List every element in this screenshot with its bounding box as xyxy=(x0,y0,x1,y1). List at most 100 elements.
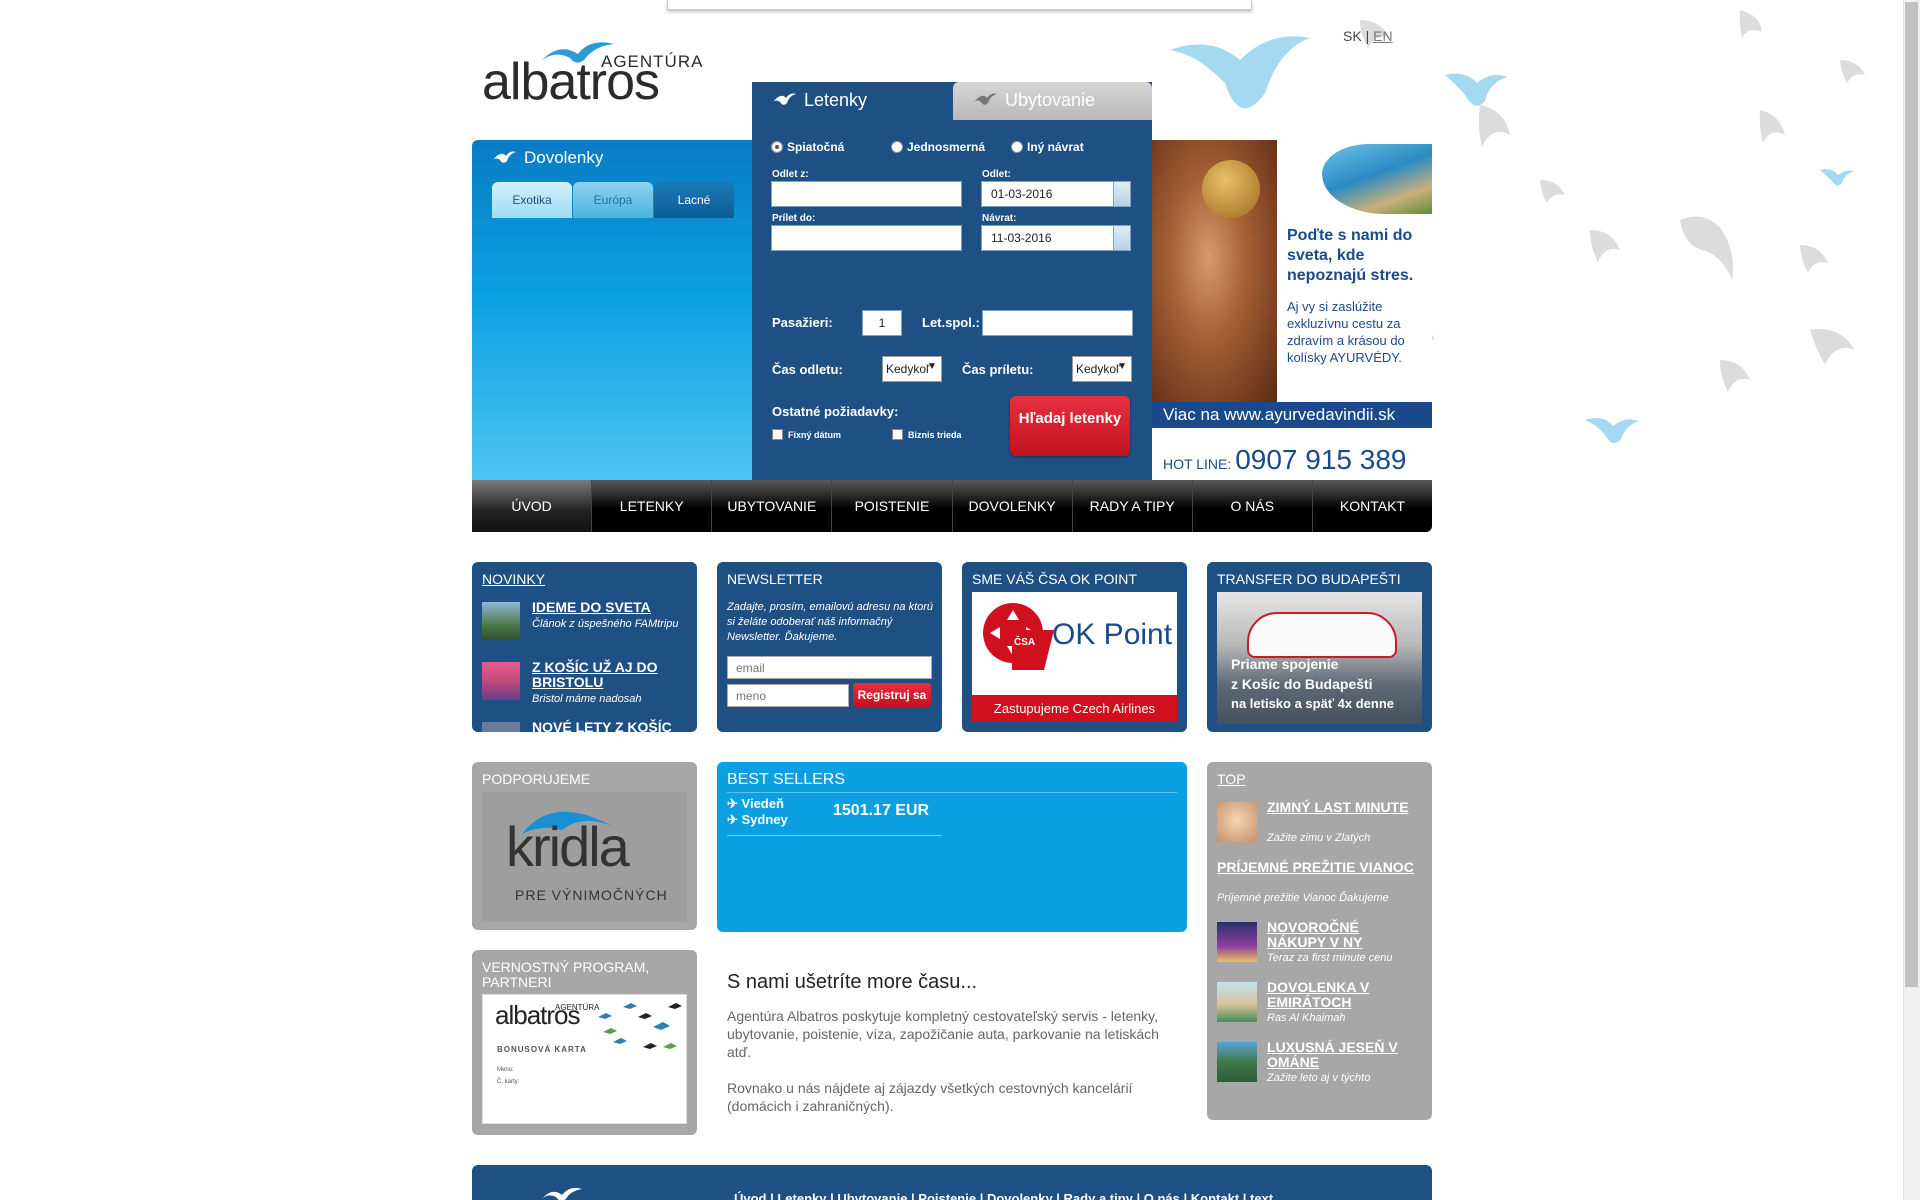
calendar-icon[interactable] xyxy=(1113,181,1131,207)
radio-jednosmerna[interactable]: Jednosmerná xyxy=(891,140,985,154)
top-item-title[interactable]: ZIMNÝ LAST MINUTE xyxy=(1267,800,1417,815)
news-thumbnail xyxy=(482,722,520,732)
nav-poistenie[interactable]: POISTENIE xyxy=(832,480,953,532)
tab-ubytovanie-label: Ubytovanie xyxy=(1005,90,1096,110)
top-item-subtitle: Teraz za first minute cenu xyxy=(1267,952,1393,964)
card-label: BONUSOVÁ KARTA xyxy=(497,1045,587,1054)
radio-spiatocna[interactable]: Spiatočná xyxy=(771,140,844,154)
name-input[interactable]: meno xyxy=(727,684,849,707)
novinky-box: NOVINKY IDEME DO SVETA Článok z úspešnéh… xyxy=(472,562,697,732)
prilet-do-label: Prílet do: xyxy=(772,213,816,224)
newsletter-text: Zadajte, prosím, emailovú adresu na ktor… xyxy=(727,601,934,643)
usetrite-title: S nami ušetríte more času... xyxy=(727,971,978,993)
lang-separator: | xyxy=(1365,28,1370,44)
top-item-subtitle: Ras Al Khaimah xyxy=(1267,1012,1346,1024)
prilet-do-input[interactable] xyxy=(771,225,962,251)
plane-icon xyxy=(773,93,796,105)
letspol-label: Let.spol.: xyxy=(922,315,980,330)
email-input[interactable]: email xyxy=(727,656,932,679)
ad-pot-image xyxy=(1202,160,1260,218)
van-shape xyxy=(1247,612,1397,658)
csa-title: SME VÁŠ ČSA OK POINT xyxy=(972,571,1137,587)
card-number-field: Č. karty: xyxy=(497,1079,520,1085)
news-item[interactable]: Z KOŠÍC UŽ AJ DO BRISTOLU Bristol máme n… xyxy=(482,660,687,710)
nav-o-nas[interactable]: O NÁS xyxy=(1193,480,1313,532)
odlet-z-input[interactable] xyxy=(771,181,962,207)
news-item[interactable]: NOVÉ LETY Z KOŠÍC xyxy=(482,720,687,732)
navrat-date-input[interactable]: 11-03-2016 xyxy=(981,225,1114,251)
news-item[interactable]: IDEME DO SVETA Článok z úspešného FAMtri… xyxy=(482,600,687,650)
transfer-title: TRANSFER DO BUDAPEŠTI xyxy=(1217,571,1401,587)
top-item[interactable]: PRÍJEMNÉ PREŽITIE VIANOC Príjemné prežit… xyxy=(1217,860,1422,910)
logo-subtitle: AGENTÚRA xyxy=(601,52,704,71)
tab-ubytovanie[interactable]: Ubytovanie xyxy=(953,82,1152,120)
podporujeme-box: PODPORUJEME kridla PRE VÝNIMOČNÝCH xyxy=(472,762,697,930)
usetrite-paragraph-2: Rovnako u nás nájdete aj zájazdy všetkýc… xyxy=(727,1080,1133,1114)
nav-letenky[interactable]: LETENKY xyxy=(592,480,713,532)
register-button[interactable]: Registruj sa xyxy=(853,683,931,707)
top-box: TOP ZIMNÝ LAST MINUTE Zažite zimu v Zlat… xyxy=(1207,762,1432,1120)
ayurveda-ad-banner[interactable]: Poďte s nami do sveta, kde nepoznajú str… xyxy=(1152,140,1432,480)
best-seller-item[interactable]: ✈ Viedeň ✈ Sydney 1501.17 EUR xyxy=(727,796,942,836)
lang-sk[interactable]: SK xyxy=(1343,28,1362,44)
tab-letenky[interactable]: Letenky xyxy=(752,82,953,120)
main-nav: ÚVOD LETENKY UBYTOVANIE POISTENIE DOVOLE… xyxy=(472,480,1432,532)
ostatne-label: Ostatné požiadavky: xyxy=(772,404,899,419)
cas-priletu-select[interactable]: Kedykoľ ▼ xyxy=(1072,356,1132,382)
tab-exotika[interactable]: Exotika xyxy=(492,182,572,218)
top-item[interactable]: NOVOROČNÉ NÁKUPY V NY Teraz za first min… xyxy=(1217,920,1422,970)
csa-ok-point-box[interactable]: SME VÁŠ ČSA OK POINT ČSA OK Point Zastup… xyxy=(962,562,1187,732)
search-button[interactable]: Hľadaj letenky xyxy=(1010,396,1130,456)
calendar-icon[interactable] xyxy=(1113,225,1131,251)
top-title[interactable]: TOP xyxy=(1217,771,1246,787)
top-item-title[interactable]: LUXUSNÁ JESEŇ V OMÁNE xyxy=(1267,1040,1417,1070)
novinky-title[interactable]: NOVINKY xyxy=(482,571,545,587)
nav-ubytovanie[interactable]: UBYTOVANIE xyxy=(712,480,833,532)
news-title[interactable]: NOVÉ LETY Z KOŠÍC xyxy=(532,720,692,733)
scrollbar[interactable] xyxy=(1903,0,1920,1200)
dovolenky-panel: Dovolenky Exotika Európa Lacné xyxy=(472,140,755,480)
kridla-logo[interactable]: kridla PRE VÝNIMOČNÝCH xyxy=(482,792,687,922)
top-item[interactable]: LUXUSNÁ JESEŇ V OMÁNE Zažite leto aj v t… xyxy=(1217,1040,1422,1090)
letspol-input[interactable] xyxy=(982,310,1133,336)
bonus-card-image[interactable]: albatros AGENTÚRA BONUSOVÁ KARTA Meno: Č… xyxy=(482,994,687,1124)
top-item-title[interactable]: NOVOROČNÉ NÁKUPY V NY xyxy=(1267,920,1417,950)
top-item-title[interactable]: PRÍJEMNÉ PREŽITIE VIANOC xyxy=(1217,860,1422,875)
odlet-date-input[interactable]: 01-03-2016 xyxy=(981,181,1114,207)
card-birds-icon xyxy=(598,1003,682,1049)
top-item[interactable]: DOVOLENKA V EMIRÁTOCH Ras Al Khaimah xyxy=(1217,980,1422,1030)
news-subtitle: Bristol máme nadosah xyxy=(532,693,642,705)
tab-lacne[interactable]: Lacné xyxy=(654,182,734,218)
biznis-trieda-checkbox[interactable]: Biznis trieda xyxy=(892,429,962,440)
top-item-title[interactable]: DOVOLENKA V EMIRÁTOCH xyxy=(1267,980,1417,1010)
nav-kontakt[interactable]: KONTAKT xyxy=(1313,480,1432,532)
scrollbar-thumb[interactable] xyxy=(1905,2,1918,987)
transfer-box[interactable]: TRANSFER DO BUDAPEŠTI Priame spojenie z … xyxy=(1207,562,1432,732)
radio-iny-navrat[interactable]: Iný návrat xyxy=(1011,140,1084,154)
news-title[interactable]: IDEME DO SVETA xyxy=(532,600,692,615)
top-thumbnail xyxy=(1217,802,1257,842)
top-item[interactable]: ZIMNÝ LAST MINUTE Zažite zimu v Zlatých xyxy=(1217,800,1422,850)
dropdown-arrow-icon: ▼ xyxy=(927,361,937,372)
bird-icon xyxy=(974,93,997,105)
odlet-date-label: Odlet: xyxy=(982,169,1011,180)
albatros-logo[interactable]: albatros AGENTÚRA xyxy=(480,38,702,108)
dropdown-arrow-icon: ▼ xyxy=(1117,361,1127,372)
ad-headline: Poďte s nami do sveta, kde nepoznajú str… xyxy=(1287,227,1414,284)
fixny-datum-checkbox[interactable]: Fixný dátum xyxy=(772,429,841,440)
nav-dovolenky[interactable]: DOVOLENKY xyxy=(953,480,1073,532)
csa-logo-image: ČSA OK Point Zastupujeme Czech Airlines xyxy=(972,592,1177,722)
tab-europa[interactable]: Európa xyxy=(573,182,653,218)
footer-links[interactable]: Úvod | Letenky | Ubytovanie | Poistenie … xyxy=(734,1191,1273,1200)
news-thumbnail xyxy=(482,662,520,700)
language-switcher: SK | EN xyxy=(1343,28,1393,44)
pasazieri-input[interactable]: 1 xyxy=(862,310,902,336)
newsletter-title: NEWSLETTER xyxy=(727,571,823,587)
nav-rady-a-tipy[interactable]: RADY A TIPY xyxy=(1073,480,1193,532)
cas-odletu-select[interactable]: Kedykoľ ▼ xyxy=(882,356,942,382)
news-title[interactable]: Z KOŠÍC UŽ AJ DO BRISTOLU xyxy=(532,660,692,690)
ad-hotline: HOT LINE: 0907 915 389 xyxy=(1163,444,1407,475)
lang-en[interactable]: EN xyxy=(1373,28,1392,44)
nav-uvod[interactable]: ÚVOD xyxy=(472,480,593,532)
kridla-wordmark: kridla xyxy=(506,815,630,878)
